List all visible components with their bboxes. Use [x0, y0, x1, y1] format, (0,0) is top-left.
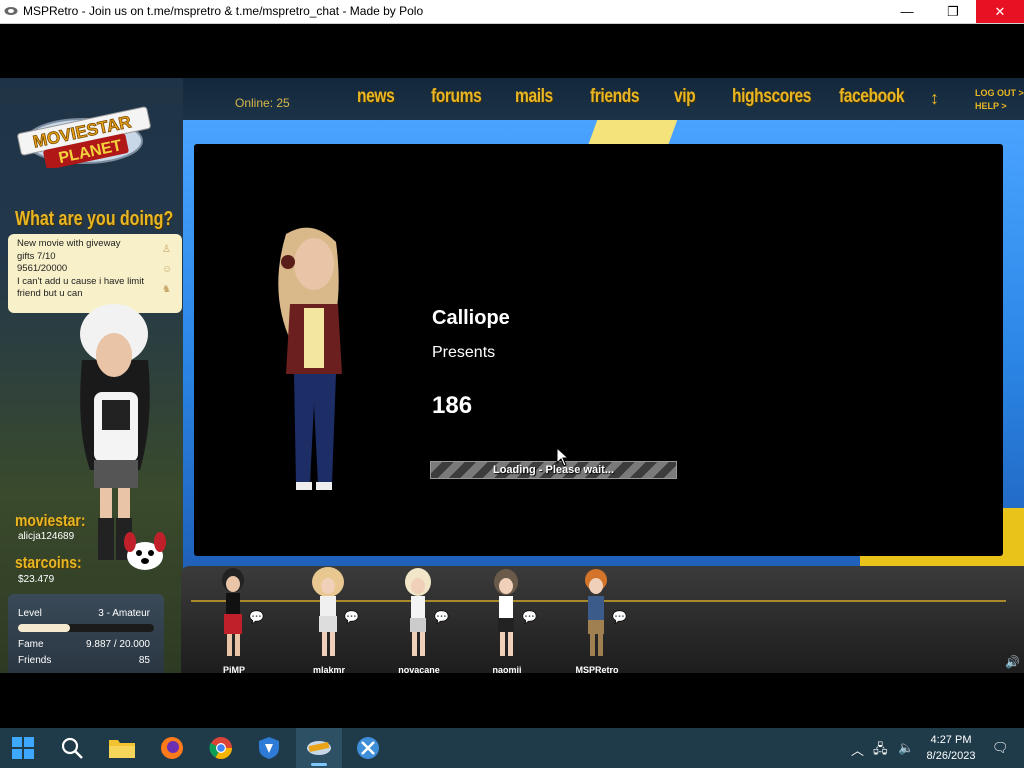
friend-name: PiMP — [222, 665, 245, 673]
nav-friends[interactable]: friends — [590, 86, 639, 108]
moviestar-label: moviestar: — [15, 511, 86, 530]
firefox-icon — [161, 737, 183, 759]
security-app-button[interactable] — [254, 733, 284, 763]
movie-number: 186 — [432, 392, 473, 419]
mspretro-app-button[interactable] — [304, 733, 334, 763]
nav-facebook[interactable]: facebook — [839, 86, 905, 108]
friend-avatar: 💬 — [494, 569, 537, 656]
status-side-icons: ♙ ☺ ♞ — [162, 240, 176, 300]
status-heading: What are you doing? — [15, 208, 174, 230]
level-label: Level — [18, 608, 42, 619]
shield-icon — [259, 737, 279, 759]
nav-vip[interactable]: vip — [674, 86, 696, 108]
presenter-name: Calliope — [432, 307, 510, 329]
maximize-button[interactable]: ❐ — [930, 0, 976, 23]
starcoins-value: $23.479 — [18, 574, 55, 585]
svg-text:💬: 💬 — [249, 610, 264, 624]
figure-icon[interactable]: ♙ — [162, 240, 176, 260]
moviestar-app-icon — [307, 741, 331, 755]
clock-time: 4:27 PM — [930, 734, 972, 746]
nav-highscores[interactable]: highscores — [732, 86, 811, 108]
status-line: gifts 7/10 — [17, 250, 56, 262]
friend-item[interactable]: 💬 novacane — [384, 566, 454, 673]
friend-name: naomii — [492, 665, 522, 673]
friend-item[interactable]: 💬 PiMP — [199, 566, 269, 673]
friend-avatar: 💬 — [585, 569, 627, 656]
start-button[interactable] — [8, 733, 38, 763]
notifications-icon[interactable]: 🗨 — [992, 740, 1009, 756]
volume-icon[interactable]: 🔈 — [898, 740, 914, 756]
loading-progress-bar: Loading - Please wait... — [430, 461, 677, 479]
level-value: 3 - Amateur — [98, 608, 150, 619]
pet-dog-icon[interactable] — [120, 528, 170, 578]
svg-text:💬: 💬 — [522, 610, 537, 624]
status-line: I can't add u cause i have limit — [17, 275, 144, 287]
starcoins-label: starcoins: — [15, 553, 82, 572]
online-count: Online: 25 — [235, 96, 290, 110]
moviestar-planet-logo[interactable]: MOVIESTAR PLANET — [14, 106, 154, 168]
friend-item[interactable]: 💬 mlakmr — [294, 566, 364, 673]
presents-label: Presents — [432, 344, 496, 361]
friend-name: mlakmr — [312, 665, 346, 673]
friend-item[interactable]: 💬 MSPRetro — [562, 566, 632, 673]
status-line: 9561/20000 — [17, 263, 68, 274]
show-hidden-icons-chevron-icon[interactable]: ︿ — [851, 740, 864, 759]
game-area: Online: 25 news forums mails friends vip… — [0, 78, 1024, 673]
network-icon[interactable]: 🖧 — [873, 740, 888, 762]
chrome-icon — [209, 737, 232, 759]
window-title: MSPRetro - Join us on t.me/mspretro & t.… — [23, 4, 424, 18]
logout-help-links: LOG OUT > HELP > — [975, 87, 1024, 113]
help-link[interactable]: HELP > — [975, 100, 1024, 113]
nav-news[interactable]: news — [357, 86, 395, 108]
firefox-button[interactable] — [157, 733, 187, 763]
svg-text:💬: 💬 — [612, 610, 627, 624]
pet-icon[interactable]: ♞ — [162, 280, 176, 300]
friend-name: novacane — [398, 665, 440, 673]
smiley-icon[interactable]: ☺ — [162, 260, 176, 280]
status-line: friend but u can — [17, 288, 83, 299]
friend-avatar: 💬 — [222, 568, 264, 656]
svg-text:💬: 💬 — [434, 610, 449, 624]
fame-label: Fame — [18, 639, 44, 650]
nav-forums[interactable]: forums — [431, 86, 482, 108]
presenter-avatar — [278, 227, 342, 490]
friend-name: MSPRetro — [575, 665, 619, 673]
file-explorer-button[interactable] — [107, 733, 137, 763]
close-button[interactable]: ✕ — [976, 0, 1024, 23]
search-button[interactable] — [57, 733, 87, 763]
status-line: New movie with giveway — [17, 238, 121, 249]
nav-mails[interactable]: mails — [515, 86, 553, 108]
fame-value: 9.887 / 20.000 — [86, 639, 150, 650]
stats-box: Level 3 - Amateur Fame 9.887 / 20.000 Fr… — [8, 594, 164, 673]
window-titlebar: MSPRetro - Join us on t.me/mspretro & t.… — [0, 0, 1024, 24]
folder-icon — [109, 740, 135, 758]
logout-link[interactable]: LOG OUT > — [975, 87, 1024, 100]
search-icon — [61, 737, 83, 759]
svg-text:💬: 💬 — [344, 610, 359, 624]
level-progress-fill — [18, 624, 70, 632]
friend-avatar: 💬 — [405, 568, 449, 656]
friends-bar: 💬 PiMP 💬 mlakmr 💬 novacane 💬 naomii 💬 MS… — [181, 566, 1024, 673]
friend-avatar: 💬 — [312, 567, 359, 656]
app-icon — [4, 7, 18, 15]
app-button[interactable] — [353, 733, 383, 763]
level-progress-bar — [18, 624, 154, 632]
minimize-button[interactable]: — — [884, 0, 930, 23]
clock[interactable]: 4:27 PM 8/26/2023 — [918, 732, 984, 764]
mouse-cursor-icon — [556, 447, 570, 467]
moviestar-name[interactable]: alicja124689 — [18, 531, 74, 542]
clock-date: 8/26/2023 — [926, 750, 976, 762]
friends-value: 85 — [138, 655, 150, 666]
friends-label: Friends — [18, 655, 52, 666]
sound-icon[interactable]: 🔊 — [1005, 655, 1020, 669]
chrome-button[interactable] — [206, 733, 236, 763]
friend-item[interactable]: 💬 naomii — [472, 566, 542, 673]
taskbar: ︿ 🖧 🔈 4:27 PM 8/26/2023 🗨 — [0, 728, 1024, 768]
resize-arrows-icon[interactable]: ↕ — [930, 88, 939, 109]
windows-icon — [12, 737, 34, 759]
compass-app-icon — [357, 737, 379, 759]
